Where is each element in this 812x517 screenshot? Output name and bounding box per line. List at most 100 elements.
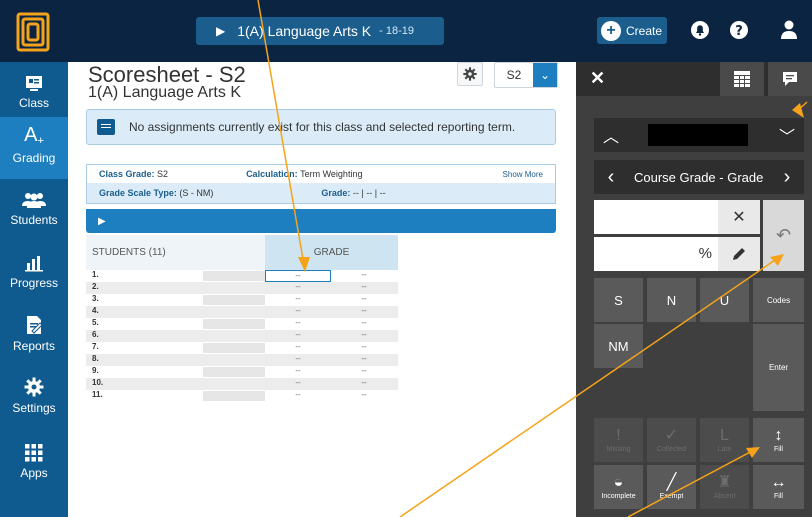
help-icon[interactable]: ? [727,18,751,42]
nav-label: Grading [12,151,56,165]
missing-button[interactable]: ! Missing [594,418,643,462]
percent-cell[interactable]: -- [331,306,397,318]
nav-label: Apps [20,466,48,480]
student-number: 2. [86,282,265,294]
grade-cell[interactable]: -- [265,390,331,402]
student-detail-redacted [203,391,265,401]
student-number: 8. [86,354,265,366]
class-selector[interactable]: ▶ 1(A) Language Arts K - 18-19 [196,17,444,45]
close-icon[interactable]: ✕ [590,68,605,89]
percent-cell[interactable]: -- [331,390,397,402]
percent-cell[interactable]: -- [331,378,397,390]
student-number: 1. [86,270,265,282]
key-u[interactable]: U [700,278,749,322]
incomplete-button[interactable]: ◒ Incomplete [594,465,643,509]
nav-item-progress[interactable]: Progress [0,242,68,304]
key-codes[interactable]: Codes [753,278,804,322]
late-button[interactable]: L Late [700,418,749,462]
nav-item-reports[interactable]: Reports [0,305,68,367]
scoresheet-settings-button[interactable] [457,62,483,86]
grade-cell[interactable]: -- [265,318,331,330]
absent-button[interactable]: ♜ Absent [700,465,749,509]
table-row[interactable]: 6. -- -- [86,330,398,342]
grade-cell[interactable]: -- [265,354,331,366]
student-navigator: ︿ ﹀ [594,118,804,152]
key-nm[interactable]: NM [594,324,643,368]
comment-tab[interactable] [768,62,812,96]
student-number-text: 3. [92,294,99,303]
chevron-down-icon[interactable]: ﹀ [770,118,804,152]
absent-icon: ♜ [717,473,732,491]
scoresheet-main: Scoresheet - S2 1(A) Language Arts K S2 … [68,62,576,517]
table-row[interactable]: 7. -- -- [86,342,398,354]
user-icon[interactable] [777,18,801,42]
table-row[interactable]: 1. -- -- [86,270,398,282]
grade-cell[interactable]: -- [265,282,331,294]
chevron-left-icon[interactable]: ‹ [594,160,628,194]
grade-cell[interactable]: -- [265,366,331,378]
chevron-right-icon[interactable]: › [770,160,804,194]
table-row[interactable]: 11. -- -- [86,390,398,402]
student-number: 6. [86,330,265,342]
table-row[interactable]: 8. -- -- [86,354,398,366]
percent-cell[interactable]: -- [331,342,397,354]
student-number-text: 1. [92,270,99,279]
column-label: Course Grade - Grade [634,170,764,185]
scoresheet-grid: STUDENTS (11) GRADE 1. -- -- 2. -- -- 3. -- -- 4.… [86,235,398,402]
percent-cell[interactable]: -- [331,366,397,378]
table-row[interactable]: 5. -- -- [86,318,398,330]
percent-cell[interactable]: -- [331,270,397,282]
grade-cell[interactable]: -- [265,378,331,390]
page-subtitle: 1(A) Language Arts K [88,84,241,101]
grade-input[interactable] [594,200,718,234]
key-n[interactable]: N [647,278,696,322]
student-number-text: 11. [92,390,103,399]
expand-bar[interactable]: ▶ [86,209,556,233]
fill-horizontal-button[interactable]: ↔ Fill [753,465,804,509]
percent-input[interactable]: % [594,237,718,271]
undo-icon[interactable]: ↶ [763,200,804,271]
pencil-icon[interactable] [718,237,760,271]
nav-item-class[interactable]: Class [0,62,68,124]
exempt-button[interactable]: ╱ Exempt [647,465,696,509]
table-row[interactable]: 4. -- -- [86,306,398,318]
student-number: 7. [86,342,265,354]
grade-cell[interactable]: -- [265,306,331,318]
key-s[interactable]: S [594,278,643,322]
grid-icon [734,71,750,87]
table-row[interactable]: 9. -- -- [86,366,398,378]
bell-icon[interactable] [688,18,712,42]
grade-header[interactable]: GRADE [265,235,398,270]
table-row[interactable]: 10. -- -- [86,378,398,390]
collected-button[interactable]: ✓ Collected [647,418,696,462]
create-button[interactable]: + Create [597,17,667,44]
grade-cell[interactable]: -- [265,330,331,342]
table-row[interactable]: 2. -- -- [86,282,398,294]
nav-item-students[interactable]: Students [0,179,68,241]
grade-cell[interactable]: -- [265,342,331,354]
term-select[interactable]: S2 ⌄ [494,62,558,88]
percent-cell[interactable]: -- [331,354,397,366]
nav-item-settings[interactable]: Settings [0,367,68,429]
grid-view-tab[interactable] [720,62,764,96]
percent-cell[interactable]: -- [331,330,397,342]
powerschool-logo[interactable] [12,8,56,52]
clear-icon[interactable]: ✕ [718,200,760,234]
percent-cell[interactable]: -- [331,318,397,330]
show-more-link[interactable]: Show More [503,170,543,179]
missing-label: Missing [606,445,631,453]
play-icon: ▶ [98,215,106,227]
table-row[interactable]: 3. -- -- [86,294,398,306]
grade-cell[interactable]: -- [265,270,331,282]
nav-item-apps[interactable]: Apps [0,432,68,494]
percent-cell[interactable]: -- [331,282,397,294]
student-number: 9. [86,366,265,378]
percent-cell[interactable]: -- [331,294,397,306]
grade-cell[interactable]: -- [265,294,331,306]
nav-item-grading[interactable]: A + Grading [0,117,68,179]
key-enter[interactable]: Enter [753,324,804,411]
chevron-up-icon[interactable]: ︿ [594,118,628,152]
fill-label: Fill [774,445,783,453]
students-header[interactable]: STUDENTS (11) [86,235,265,270]
fill-vertical-button[interactable]: ↕ Fill [753,418,804,462]
